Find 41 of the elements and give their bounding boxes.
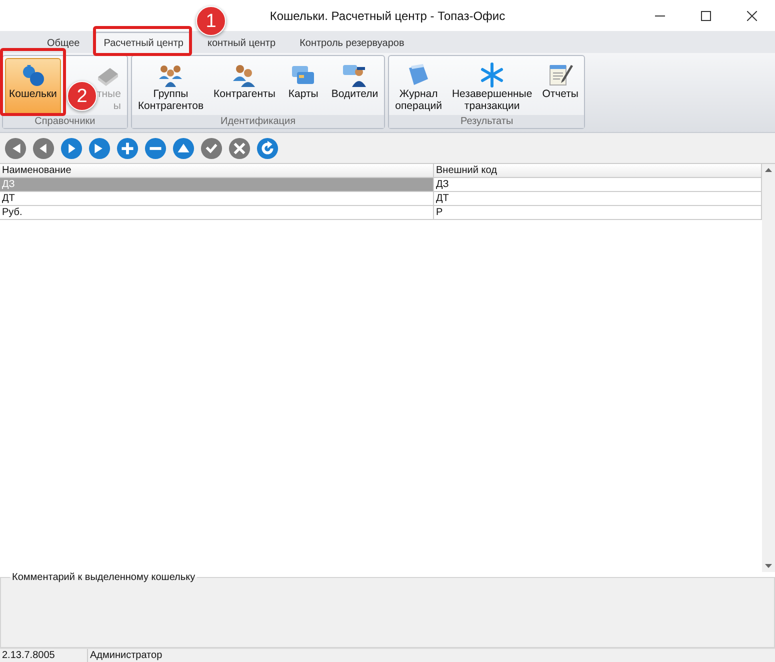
ribbon-button[interactable]: Группы Контрагентов (134, 58, 208, 115)
table-cell: Р (434, 206, 762, 220)
ribbon-button[interactable]: Кошельки (5, 58, 61, 115)
ribbon-button[interactable]: Водители (327, 58, 382, 115)
ribbon-tab[interactable]: Контроль резервуаров (290, 32, 414, 53)
status-text: 2.13.7.8005 (0, 649, 88, 662)
ribbon-button[interactable]: Журнал операций (391, 58, 446, 115)
table-cell: ДТ (434, 192, 762, 206)
column-header[interactable]: Наименование (0, 164, 434, 178)
next-button[interactable] (60, 136, 83, 160)
table-cell: Руб. (0, 206, 434, 220)
edit-button[interactable] (172, 136, 195, 160)
ribbon-button[interactable]: Отчеты (538, 58, 582, 115)
scroll-up-icon[interactable] (765, 168, 772, 172)
table-cell: ДТ (0, 192, 434, 206)
maximize-icon (700, 10, 711, 20)
column-header[interactable]: Внешний код (434, 164, 762, 178)
last-record-button[interactable] (88, 136, 111, 160)
window-title: Кошельки. Расчетный центр - Топаз-Офис (270, 8, 506, 22)
scroll-down-icon[interactable] (765, 564, 772, 568)
add-button[interactable] (116, 136, 139, 160)
snowflake-icon (479, 62, 506, 88)
status-text: Администратор (89, 649, 162, 662)
group-title: Результаты (389, 115, 584, 128)
table-cell: ДЗ (434, 178, 762, 192)
report-icon (547, 62, 574, 88)
people-icon (231, 62, 258, 88)
ribbon-button[interactable]: Карты (281, 58, 326, 115)
refresh-button[interactable] (256, 136, 279, 160)
ribbon-tab[interactable]: Общее (38, 32, 89, 53)
delete-button[interactable] (144, 136, 167, 160)
comment-title: Комментарий к выделенному кошельку (11, 572, 196, 583)
ribbon-button[interactable]: Контрагенты (210, 58, 280, 115)
ribbon-button[interactable]: Незавершенные транзакции (448, 58, 536, 115)
scrollbar[interactable] (762, 164, 775, 572)
group-title: Справочники (3, 115, 127, 128)
close-icon (746, 10, 757, 20)
driver-icon (342, 62, 368, 88)
group-title: Идентификация (132, 115, 384, 128)
highlight-frame (0, 48, 66, 116)
table-cell: ДЗ (0, 178, 434, 192)
